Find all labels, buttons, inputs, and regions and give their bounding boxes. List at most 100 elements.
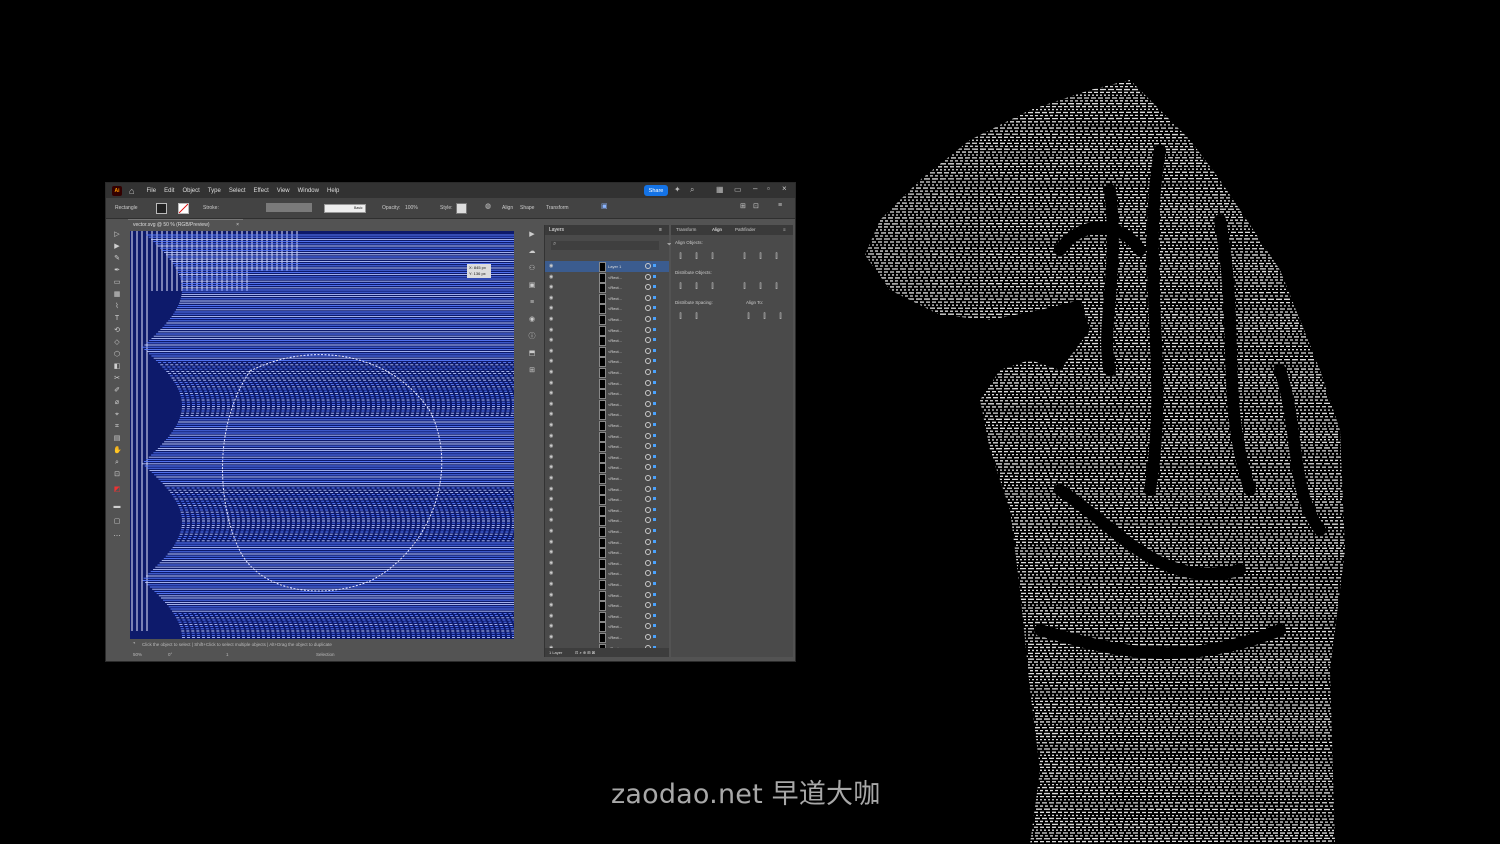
layer-row[interactable]: ◉ <Rect... <box>545 378 669 389</box>
visibility-eye-icon[interactable]: ◉ <box>549 634 553 640</box>
visibility-eye-icon[interactable]: ◉ <box>549 411 553 417</box>
visibility-eye-icon[interactable]: ◉ <box>549 475 553 481</box>
layer-row[interactable]: ◉ <Rect... <box>545 346 669 357</box>
selection-indicator[interactable] <box>653 359 656 363</box>
layer-row[interactable]: ◉ <Rect... <box>545 325 669 336</box>
fill-swatch[interactable] <box>156 203 167 214</box>
more-tools-icon[interactable]: ⋯ <box>113 533 121 541</box>
selection-indicator[interactable] <box>653 327 656 331</box>
zoom-level[interactable]: 50% <box>133 652 142 657</box>
rotation-angle[interactable]: 0° <box>168 652 172 657</box>
selection-indicator[interactable] <box>653 454 656 458</box>
menu-item-effect[interactable]: Effect <box>254 188 269 194</box>
selection-indicator[interactable] <box>653 412 656 416</box>
selection-indicator[interactable] <box>653 401 656 405</box>
artboard-number[interactable]: 1 <box>226 652 229 657</box>
layers-menu-icon[interactable]: ≡ <box>659 227 662 233</box>
screen-mode-icon[interactable]: ▢ <box>113 518 121 526</box>
fill-stroke-icon[interactable]: ◩ <box>113 486 121 494</box>
tool-icon[interactable]: ⌗ <box>113 423 121 431</box>
selection-indicator[interactable] <box>653 635 656 638</box>
panel-icon[interactable]: ⓘ <box>528 333 536 341</box>
tool-icon[interactable]: ▶ <box>113 243 121 251</box>
layer-row[interactable]: ◉ <Rect... <box>545 632 669 643</box>
visibility-eye-icon[interactable]: ◉ <box>549 560 553 566</box>
transform-link[interactable]: Transform <box>546 205 569 211</box>
panel-icon[interactable]: ≡ <box>528 299 536 307</box>
selection-indicator[interactable] <box>653 444 656 448</box>
selection-indicator[interactable] <box>653 550 656 554</box>
layer-row[interactable]: ◉ <Rect... <box>545 505 669 516</box>
layer-row[interactable]: ◉ <Rect... <box>545 579 669 590</box>
target-circle-icon[interactable] <box>645 559 651 566</box>
menu-item-type[interactable]: Type <box>208 188 221 194</box>
layer-row[interactable]: ◉ <Rect... <box>545 590 669 601</box>
target-circle-icon[interactable] <box>645 305 651 312</box>
selection-indicator[interactable] <box>653 380 656 384</box>
tab-transform[interactable]: Transform <box>676 227 696 232</box>
artboard-canvas[interactable] <box>130 231 514 639</box>
layer-row[interactable]: ◉ <Rect... <box>545 462 669 474</box>
visibility-eye-icon[interactable]: ◉ <box>549 443 553 449</box>
layer-row[interactable]: ◉ <Rect... <box>545 441 669 453</box>
layer-row[interactable]: ◉ <Rect... <box>545 420 669 431</box>
visibility-eye-icon[interactable]: ◉ <box>549 316 553 322</box>
tool-icon[interactable]: T <box>113 315 121 323</box>
visibility-eye-icon[interactable]: ◉ <box>549 592 553 598</box>
target-circle-icon[interactable] <box>645 273 651 280</box>
stroke-swatch[interactable] <box>178 203 189 214</box>
stroke-weight-field[interactable] <box>266 203 312 212</box>
visibility-eye-icon[interactable]: ◉ <box>549 613 553 619</box>
visibility-eye-icon[interactable]: ◉ <box>549 507 553 513</box>
arrange-icon[interactable]: ⊞ <box>740 202 746 210</box>
visibility-eye-icon[interactable]: ◉ <box>549 549 553 555</box>
document-tab[interactable]: vector.svg @ 50 % (RGB/Preview) × <box>128 219 243 231</box>
tool-icon[interactable]: ⊡ <box>113 471 121 479</box>
align-button-icon[interactable]: ⫿ <box>745 313 752 320</box>
target-circle-icon[interactable] <box>645 347 651 354</box>
selection-indicator[interactable] <box>653 571 656 575</box>
selection-indicator[interactable] <box>653 603 656 607</box>
maximize-icon[interactable]: ▫ <box>767 184 770 193</box>
selection-indicator[interactable] <box>653 476 656 479</box>
target-circle-icon[interactable] <box>645 570 651 577</box>
align-button-icon[interactable]: ⫿ <box>709 283 716 290</box>
align-button-icon[interactable]: ⫿ <box>741 283 748 290</box>
visibility-eye-icon[interactable]: ◉ <box>549 528 553 534</box>
target-circle-icon[interactable] <box>645 612 651 619</box>
target-circle-icon[interactable] <box>645 358 651 365</box>
visibility-eye-icon[interactable]: ◉ <box>549 369 553 375</box>
layer-row[interactable]: ◉ <Rect... <box>545 600 669 612</box>
visibility-eye-icon[interactable]: ◉ <box>549 305 553 311</box>
tool-icon[interactable]: ▤ <box>113 435 121 443</box>
workspace-icon[interactable]: ▭ <box>734 185 742 194</box>
panel-icon[interactable]: ☁ <box>528 248 536 256</box>
visibility-eye-icon[interactable]: ◉ <box>549 602 553 608</box>
layer-row[interactable]: ◉ <Rect... <box>545 293 669 304</box>
selection-indicator[interactable] <box>653 529 656 532</box>
align-button-icon[interactable]: ⫿ <box>693 253 700 260</box>
isolate-icon[interactable]: ⊡ <box>753 202 759 210</box>
target-circle-icon[interactable] <box>645 623 651 630</box>
selection-indicator[interactable] <box>653 560 656 564</box>
tool-icon[interactable]: ✎ <box>113 255 121 263</box>
selection-indicator[interactable] <box>653 433 656 437</box>
layer-row[interactable]: ◉ <Rect... <box>545 621 669 633</box>
selection-indicator[interactable] <box>653 624 656 628</box>
status-mode[interactable]: Selection <box>316 652 335 657</box>
selection-indicator[interactable] <box>653 274 656 278</box>
target-circle-icon[interactable] <box>645 316 651 322</box>
layer-row[interactable]: ◉ <Rect... <box>545 388 669 400</box>
tool-icon[interactable]: ▦ <box>113 291 121 299</box>
layer-row-top[interactable]: ◉ Layer 1 <box>545 261 669 272</box>
layer-row[interactable]: ◉ <Rect... <box>545 314 669 325</box>
menu-item-view[interactable]: View <box>277 188 290 194</box>
layers-tab[interactable]: Layers <box>549 227 564 233</box>
tool-icon[interactable]: ✂ <box>113 375 121 383</box>
style-swatch[interactable] <box>456 203 467 214</box>
target-circle-icon[interactable] <box>645 549 651 556</box>
selection-indicator[interactable] <box>653 306 656 310</box>
selection-indicator[interactable] <box>653 582 656 585</box>
panel-icon[interactable]: ⊞ <box>528 367 536 375</box>
align-button-icon[interactable]: ⫿ <box>757 253 764 260</box>
